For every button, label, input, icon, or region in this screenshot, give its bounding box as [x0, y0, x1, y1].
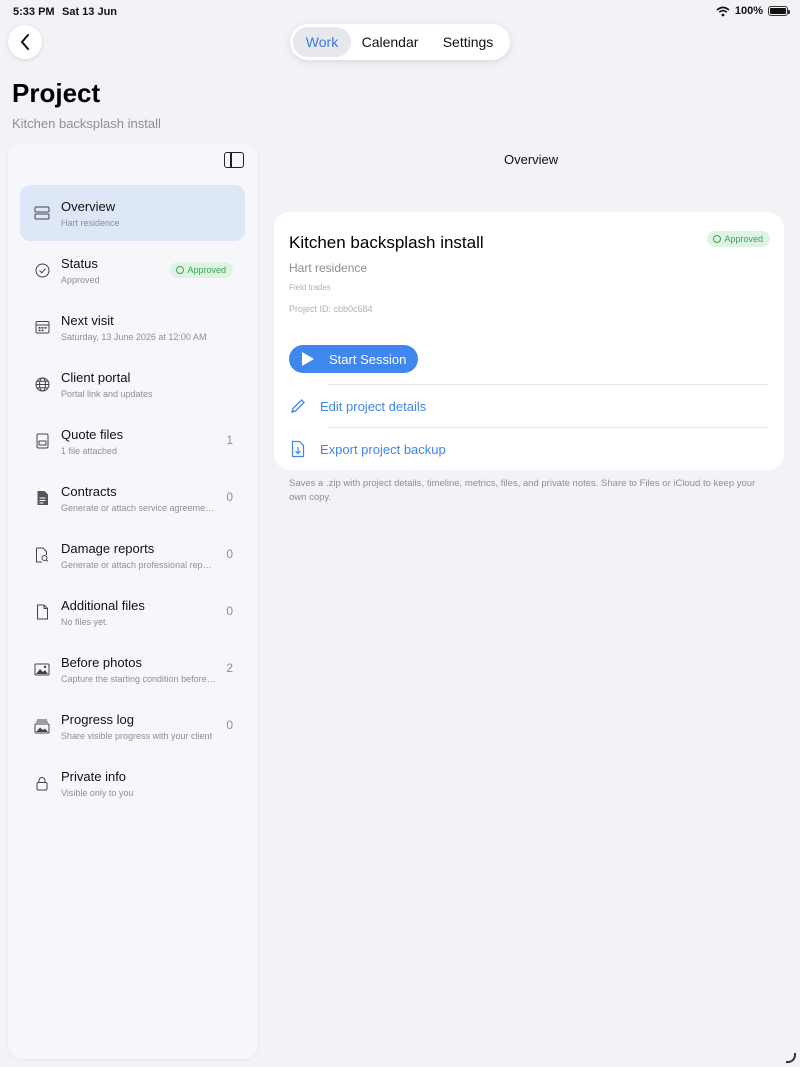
edit-project-details-button[interactable]: Edit project details [289, 391, 769, 421]
status-badge-label: Approved [724, 234, 763, 244]
sidebar-item-sub: No files yet. [61, 617, 109, 627]
file-icon [34, 604, 50, 620]
page-title: Project [12, 78, 101, 108]
chevron-left-icon [21, 34, 29, 50]
sidebar-item-sub: Visible only to you [61, 788, 134, 798]
sidebar-item-label: Overview [61, 199, 116, 214]
status-badge-label: Approved [187, 265, 226, 275]
export-project-backup-button[interactable]: Export project backup [289, 434, 769, 464]
export-project-label: Export project backup [320, 442, 446, 457]
check-circle-icon [34, 262, 50, 278]
item-count: 0 [226, 490, 233, 504]
export-doc-icon [291, 440, 305, 458]
check-circle-icon [713, 235, 722, 243]
divider [328, 384, 768, 385]
sidebar-item-label: Client portal [61, 370, 131, 385]
start-session-button[interactable]: Start Session [289, 345, 418, 373]
play-icon [302, 352, 314, 366]
sidebar-item-status[interactable]: Status Approved Approved [20, 242, 245, 298]
sidebar-item-client-portal[interactable]: Client portal Portal link and updates [20, 356, 245, 412]
tab-work[interactable]: Work [293, 27, 351, 57]
edit-project-label: Edit project details [320, 399, 427, 414]
sidebar-item-label: Before photos [61, 655, 142, 670]
tab-settings[interactable]: Settings [429, 27, 507, 57]
sidebar-item-label: Quote files [61, 427, 124, 442]
globe-icon [34, 376, 50, 392]
detail-title: Overview [504, 152, 559, 167]
resize-handle-icon[interactable] [786, 1053, 796, 1063]
item-count: 0 [226, 547, 233, 561]
project-card: Kitchen backsplash install Approved Hart… [274, 212, 784, 470]
sidebar-item-contracts[interactable]: Contracts Generate or attach service agr… [20, 470, 245, 526]
sidebar-item-sub: Hart residence [61, 218, 120, 228]
item-count: 2 [226, 661, 233, 675]
check-circle-icon [176, 266, 185, 274]
lock-icon [34, 775, 50, 791]
sidebar-item-label: Status [61, 256, 98, 271]
sidebar-item-sub: Generate or attach service agreements [61, 503, 216, 513]
status-time: 5:33 PM [13, 6, 55, 18]
sidebar-toggle-icon[interactable] [224, 152, 244, 168]
export-footnote: Saves a .zip with project details, timel… [289, 478, 756, 503]
server-stack-icon [34, 205, 50, 221]
back-button[interactable] [8, 25, 42, 59]
status-badge: Approved [707, 231, 770, 247]
item-count: 0 [226, 604, 233, 618]
sidebar-item-sub: Capture the starting condition before wo… [61, 674, 216, 684]
sidebar-item-quote-files[interactable]: Quote files 1 file attached 1 [20, 413, 245, 469]
photo-stack-icon [34, 718, 50, 734]
sidebar-item-sub: Saturday, 13 June 2026 at 12:00 AM [61, 332, 207, 342]
main-nav-segmented: Work Calendar Settings [290, 24, 510, 60]
search-doc-icon [34, 547, 50, 563]
sidebar-item-label: Private info [61, 769, 127, 784]
project-trade: Field trades [289, 283, 331, 292]
sidebar-item-additional-files[interactable]: Additional files No files yet. 0 [20, 584, 245, 640]
sidebar-item-sub: 1 file attached [61, 446, 118, 456]
sidebar-item-overview[interactable]: Overview Hart residence [20, 185, 245, 241]
start-session-label: Start Session [329, 351, 407, 367]
project-id: Project ID: cbb0c684 [289, 304, 373, 314]
battery-percent: 100% [734, 5, 763, 17]
sidebar-item-next-visit[interactable]: Next visit Saturday, 13 June 2026 at 12:… [20, 299, 245, 355]
project-title: Kitchen backsplash install [289, 233, 484, 252]
sidebar-item-progress-log[interactable]: Progress log Share visible progress with… [20, 698, 245, 754]
page-subtitle: Kitchen backsplash install [12, 116, 161, 131]
wifi-icon [716, 6, 730, 16]
battery-icon [768, 6, 790, 16]
sidebar-item-sub: Generate or attach professional reports [61, 560, 216, 570]
contract-doc-icon [34, 490, 50, 506]
project-client: Hart residence [289, 261, 368, 275]
sidebar-item-private-info[interactable]: Private info Visible only to you [20, 755, 245, 811]
item-count: 0 [226, 718, 233, 732]
status-bar: 5:33 PM Sat 13 Jun 100% [0, 0, 800, 24]
calendar-icon [34, 319, 50, 335]
divider [328, 427, 768, 428]
sidebar-item-sub: Share visible progress with your client [61, 731, 213, 741]
sidebar-item-label: Contracts [61, 484, 117, 499]
photo-icon [34, 661, 50, 677]
quote-file-icon [34, 433, 50, 449]
sidebar-item-label: Next visit [61, 313, 114, 328]
item-count: 1 [226, 433, 233, 447]
pencil-icon [291, 399, 305, 413]
sidebar-item-label: Progress log [61, 712, 134, 727]
sidebar: Overview Hart residence Status Approved … [8, 143, 258, 1059]
status-badge: Approved [170, 262, 233, 278]
sidebar-item-label: Damage reports [61, 541, 155, 556]
status-date: Sat 13 Jun [62, 6, 118, 18]
sidebar-item-label: Additional files [61, 598, 145, 613]
tab-calendar[interactable]: Calendar [351, 27, 429, 57]
status-right: 100% [716, 5, 790, 17]
sidebar-item-sub: Portal link and updates [61, 389, 153, 399]
sidebar-item-damage-reports[interactable]: Damage reports Generate or attach profes… [20, 527, 245, 583]
sidebar-item-before-photos[interactable]: Before photos Capture the starting condi… [20, 641, 245, 697]
